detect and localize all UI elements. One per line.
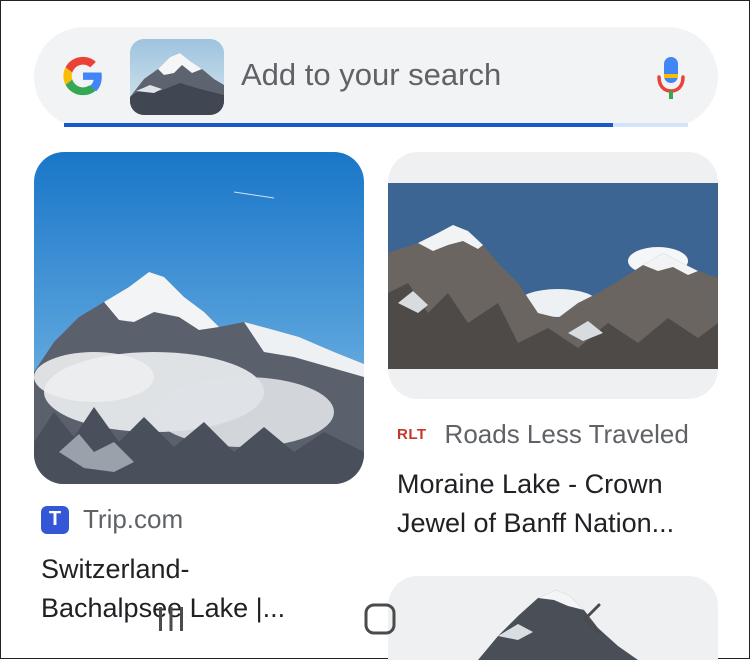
title-line: Jewel of Banff Nation...: [397, 508, 675, 538]
mountain-image: [34, 152, 364, 484]
search-input[interactable]: Add to your search: [241, 57, 501, 93]
search-image-thumbnail[interactable]: [130, 39, 224, 115]
result-source-rlt[interactable]: RLT Roads Less Traveled: [397, 419, 689, 450]
result-image-moraine-lake[interactable]: [388, 152, 718, 399]
system-navigation-bar: [1, 599, 750, 639]
source-name: Trip.com: [83, 504, 184, 534]
search-bar[interactable]: Add to your search: [34, 27, 718, 127]
title-line: Switzerland-: [41, 554, 190, 584]
result-source-trip[interactable]: T Trip.com: [41, 504, 183, 535]
search-progress-fill: [64, 123, 614, 127]
rlt-logo-icon: RLT: [397, 426, 427, 443]
google-g-icon: [63, 56, 102, 96]
title-line: Moraine Lake - Crown: [397, 469, 663, 499]
trip-com-icon: T: [41, 505, 69, 534]
back-icon[interactable]: [575, 601, 609, 635]
search-progress-bar: [64, 123, 688, 127]
mountain-image: [388, 183, 718, 369]
recents-icon[interactable]: [154, 601, 188, 635]
result-image-bachalpsee[interactable]: [34, 152, 364, 484]
microphone-icon[interactable]: [654, 55, 688, 101]
source-name: Roads Less Traveled: [444, 419, 689, 449]
result-title-moraine-lake[interactable]: Moraine Lake - Crown Jewel of Banff Nati…: [397, 465, 674, 543]
home-icon[interactable]: [363, 601, 397, 635]
mountain-thumbnail-image: [130, 39, 224, 115]
